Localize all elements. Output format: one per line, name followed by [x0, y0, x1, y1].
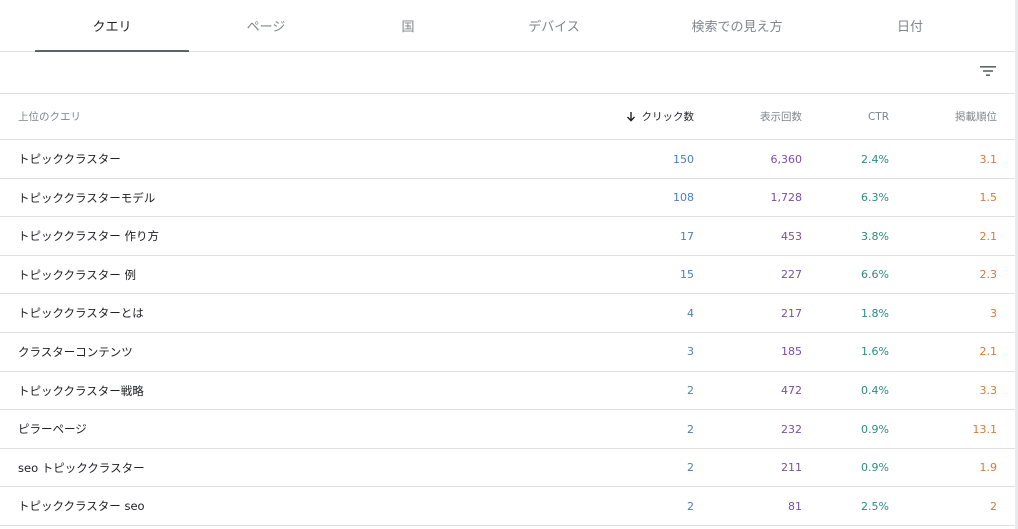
tab-dates[interactable]: 日付 — [833, 0, 987, 51]
cell-ctr: 1.6% — [861, 345, 889, 359]
cell-position: 3 — [990, 306, 997, 320]
cell-clicks: 150 — [673, 152, 694, 166]
table-row[interactable]: ピラーページ 2 232 0.9% 13.1 — [0, 410, 1015, 449]
header-position[interactable]: 掲載順位 — [895, 94, 997, 139]
cell-query: トピッククラスター 作り方 — [18, 229, 159, 244]
cell-clicks: 15 — [680, 268, 694, 282]
table-body: トピッククラスター 150 6,360 2.4% 3.1 トピッククラスターモデ… — [0, 140, 1015, 526]
cell-impressions: 6,360 — [770, 152, 803, 166]
table-toolbar — [0, 52, 1015, 94]
cell-position: 1.9 — [979, 461, 998, 475]
cell-clicks: 2 — [687, 461, 694, 475]
cell-query: トピッククラスター — [18, 152, 121, 166]
table-row[interactable]: トピッククラスターとは 4 217 1.8% 3 — [0, 294, 1015, 333]
cell-impressions: 81 — [788, 499, 802, 513]
cell-clicks: 108 — [673, 191, 694, 205]
cell-position: 13.1 — [972, 422, 998, 436]
header-impressions[interactable]: 表示回数 — [700, 94, 802, 139]
arrow-down-icon — [626, 112, 635, 122]
table-row[interactable]: クラスターコンテンツ 3 185 1.6% 2.1 — [0, 333, 1015, 372]
cell-position: 2.1 — [979, 229, 998, 243]
cell-ctr: 1.8% — [861, 306, 889, 320]
table-row[interactable]: トピッククラスター 150 6,360 2.4% 3.1 — [0, 140, 1015, 179]
cell-position: 3.1 — [979, 152, 998, 166]
filter-icon[interactable] — [979, 64, 997, 78]
cell-impressions: 227 — [781, 268, 802, 282]
cell-position: 3.3 — [979, 384, 998, 398]
header-clicks-label: クリック数 — [641, 111, 695, 123]
dimension-tabs: クエリ ページ 国 デバイス 検索での見え方 日付 — [0, 0, 1015, 52]
cell-query: トピッククラスターモデル — [18, 190, 156, 205]
cell-position: 2.3 — [979, 268, 998, 282]
tab-queries[interactable]: クエリ — [35, 0, 189, 52]
table-row[interactable]: トピッククラスター戦略 2 472 0.4% 3.3 — [0, 372, 1015, 411]
table-row[interactable]: トピッククラスター 例 15 227 6.6% 2.3 — [0, 256, 1015, 295]
cell-impressions: 185 — [781, 345, 802, 359]
table-row[interactable]: トピッククラスター 作り方 17 453 3.8% 2.1 — [0, 217, 1015, 256]
cell-clicks: 2 — [687, 422, 694, 436]
cell-impressions: 211 — [781, 461, 802, 475]
cell-impressions: 453 — [781, 229, 802, 243]
cell-ctr: 0.9% — [861, 461, 889, 475]
cell-clicks: 3 — [687, 345, 694, 359]
cell-query: トピッククラスター 例 — [18, 267, 136, 282]
cell-ctr: 3.8% — [861, 229, 889, 243]
cell-position: 2 — [990, 499, 997, 513]
header-query[interactable]: 上位のクエリ — [18, 94, 518, 139]
cell-clicks: 2 — [687, 499, 694, 513]
tab-devices[interactable]: デバイス — [477, 0, 631, 51]
cell-position: 1.5 — [979, 191, 998, 205]
table-row[interactable]: seo トピッククラスター 2 211 0.9% 1.9 — [0, 449, 1015, 488]
cell-impressions: 472 — [781, 384, 802, 398]
cell-position: 2.1 — [979, 345, 998, 359]
cell-ctr: 2.4% — [861, 152, 889, 166]
cell-clicks: 2 — [687, 384, 694, 398]
cell-ctr: 6.3% — [861, 191, 889, 205]
cell-query: seo トピッククラスター — [18, 460, 145, 475]
table-row[interactable]: トピッククラスター seo 2 81 2.5% 2 — [0, 487, 1015, 526]
cell-query: ピラーページ — [18, 422, 87, 437]
cell-ctr: 2.5% — [861, 499, 889, 513]
cell-ctr: 0.9% — [861, 422, 889, 436]
cell-impressions: 1,728 — [770, 191, 803, 205]
cell-ctr: 6.6% — [861, 268, 889, 282]
cell-clicks: 17 — [680, 229, 694, 243]
table-row[interactable]: トピッククラスターモデル 108 1,728 6.3% 1.5 — [0, 179, 1015, 218]
table-header: 上位のクエリ クリック数 表示回数 CTR 掲載順位 — [0, 94, 1015, 140]
cell-query: クラスターコンテンツ — [18, 344, 133, 359]
tab-pages[interactable]: ページ — [189, 0, 343, 51]
cell-query: トピッククラスターとは — [18, 306, 144, 321]
tab-search-appearance[interactable]: 検索での見え方 — [660, 0, 814, 51]
cell-clicks: 4 — [687, 306, 694, 320]
performance-report: クエリ ページ 国 デバイス 検索での見え方 日付 上位のクエリ クリック数 表… — [0, 0, 1018, 529]
cell-query: トピッククラスター seo — [18, 499, 145, 514]
header-ctr[interactable]: CTR — [808, 94, 889, 139]
queries-table: 上位のクエリ クリック数 表示回数 CTR 掲載順位 トピッククラスター 150… — [0, 94, 1015, 526]
cell-impressions: 232 — [781, 422, 802, 436]
cell-ctr: 0.4% — [861, 384, 889, 398]
cell-impressions: 217 — [781, 306, 802, 320]
cell-query: トピッククラスター戦略 — [18, 383, 144, 398]
tab-countries[interactable]: 国 — [331, 0, 485, 51]
header-clicks[interactable]: クリック数 — [560, 94, 694, 139]
